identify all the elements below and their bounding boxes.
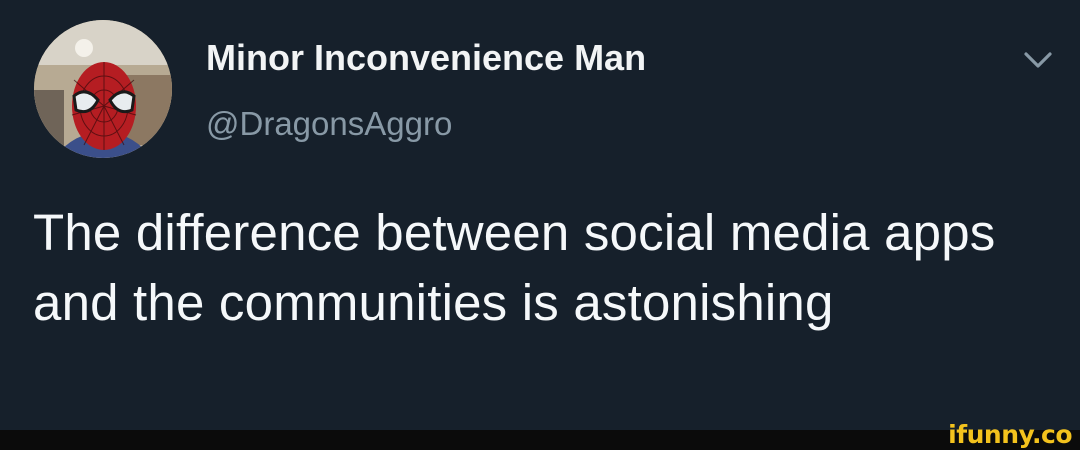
watermark-bar: [0, 430, 1080, 450]
chevron-down-icon: [1024, 52, 1052, 68]
tweet-text: The difference between social media apps…: [33, 204, 996, 331]
tweet-card: Minor Inconvenience Man @DragonsAggro Th…: [0, 0, 1080, 430]
avatar[interactable]: [34, 20, 172, 158]
spiderman-mask-avatar-icon: [34, 20, 172, 158]
ifunny-watermark: ifunny.co: [948, 420, 1072, 449]
author-handle[interactable]: @DragonsAggro: [206, 104, 452, 144]
tweet-menu-button[interactable]: [1018, 42, 1058, 78]
author-display-name[interactable]: Minor Inconvenience Man: [206, 36, 646, 80]
